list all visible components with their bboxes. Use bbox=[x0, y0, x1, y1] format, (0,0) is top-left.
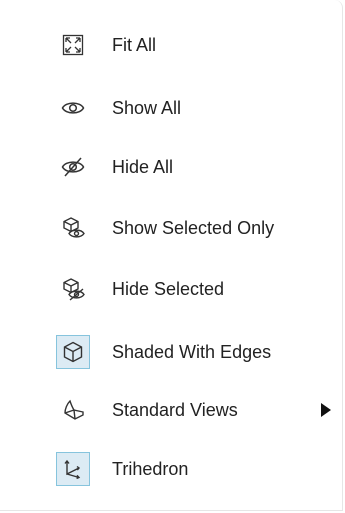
menu-item-label: Hide Selected bbox=[112, 279, 225, 299]
standard-views-icon bbox=[56, 393, 90, 427]
submenu-arrow-icon bbox=[321, 403, 331, 417]
menu-item-fit-all[interactable]: Fit All bbox=[56, 25, 331, 65]
menu-item-hide-all[interactable]: Hide All bbox=[56, 147, 331, 187]
cube-icon bbox=[56, 335, 90, 369]
eye-icon bbox=[56, 91, 90, 125]
menu-item-hide-selected[interactable]: Hide Selected bbox=[56, 269, 331, 309]
show-selected-icon bbox=[56, 211, 90, 245]
menu-item-label: Fit All bbox=[112, 35, 157, 55]
menu-item-shaded-with-edges[interactable]: Shaded With Edges bbox=[56, 332, 331, 372]
menu-item-label: Standard Views bbox=[112, 400, 238, 420]
view-context-menu: Fit All Show All Hide All Show Selected … bbox=[0, 0, 343, 511]
menu-item-label: Hide All bbox=[112, 157, 174, 177]
menu-item-label: Show All bbox=[112, 98, 182, 118]
menu-item-label: Shaded With Edges bbox=[112, 342, 272, 362]
menu-item-standard-views[interactable]: Standard Views bbox=[56, 390, 331, 430]
eye-off-icon bbox=[56, 150, 90, 184]
menu-item-label: Show Selected Only bbox=[112, 218, 275, 238]
hide-selected-icon bbox=[56, 272, 90, 306]
menu-item-show-selected-only[interactable]: Show Selected Only bbox=[56, 208, 331, 248]
menu-item-show-all[interactable]: Show All bbox=[56, 88, 331, 128]
fit-all-icon bbox=[56, 28, 90, 62]
menu-item-label: Trihedron bbox=[112, 459, 189, 479]
menu-item-trihedron[interactable]: Trihedron bbox=[56, 449, 331, 489]
trihedron-icon bbox=[56, 452, 90, 486]
